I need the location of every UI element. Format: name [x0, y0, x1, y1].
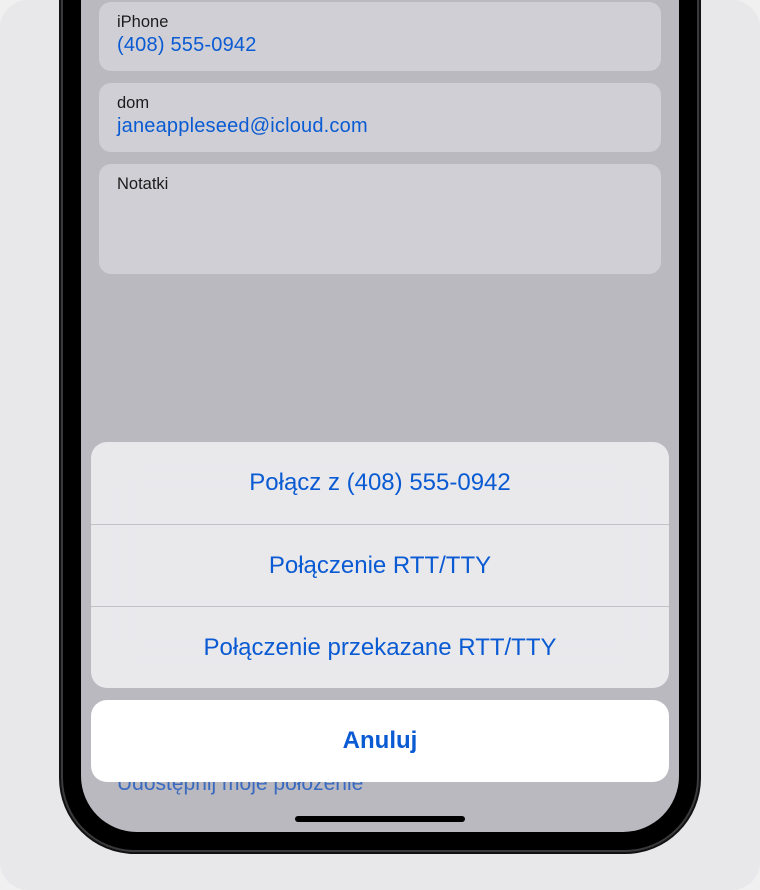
action-sheet-container: Połącz z (408) 555-0942 Połączenie RTT/T… [81, 442, 679, 782]
phone-field-card[interactable]: iPhone (408) 555-0942 [99, 2, 661, 71]
iphone-inner-bezel: iPhone (408) 555-0942 dom janeappleseed@… [77, 0, 683, 836]
action-call-number[interactable]: Połącz z (408) 555-0942 [91, 442, 669, 524]
email-field-card[interactable]: dom janeappleseed@icloud.com [99, 83, 661, 152]
action-rtt-tty-call[interactable]: Połączenie RTT/TTY [91, 524, 669, 606]
action-sheet: Połącz z (408) 555-0942 Połączenie RTT/T… [91, 442, 669, 688]
cancel-button[interactable]: Anuluj [91, 700, 669, 782]
home-indicator[interactable] [295, 816, 465, 822]
email-field-label: dom [117, 94, 643, 113]
iphone-frame: iPhone (408) 555-0942 dom janeappleseed@… [63, 0, 697, 850]
notes-field-label: Notatki [117, 175, 643, 194]
notes-field-card[interactable]: Notatki [99, 164, 661, 274]
iphone-screen: iPhone (408) 555-0942 dom janeappleseed@… [81, 0, 679, 832]
phone-field-label: iPhone [117, 13, 643, 32]
page-background: iPhone (408) 555-0942 dom janeappleseed@… [0, 0, 760, 890]
phone-field-value[interactable]: (408) 555-0942 [117, 34, 643, 57]
email-field-value[interactable]: janeappleseed@icloud.com [117, 115, 643, 138]
action-rtt-tty-relay-call[interactable]: Połączenie przekazane RTT/TTY [91, 606, 669, 688]
